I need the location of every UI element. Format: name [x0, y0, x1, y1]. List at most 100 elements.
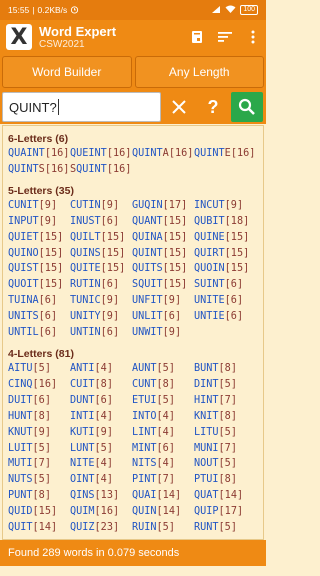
word-item[interactable]: NITE[4] — [70, 456, 132, 472]
word-item[interactable]: QUIZ[23] — [70, 520, 132, 536]
word-item[interactable]: QUEINT[16] — [70, 146, 132, 162]
word-score: [6] — [224, 279, 244, 291]
word-item[interactable]: QUIET[15] — [8, 230, 70, 246]
word-item[interactable]: UNTIE[6] — [194, 309, 256, 325]
word-item[interactable]: QUIT[14] — [8, 520, 70, 536]
word-item[interactable]: QUID[15] — [8, 504, 70, 520]
word-item[interactable]: RUNT[5] — [194, 520, 256, 536]
word-item[interactable]: SQUINT[16] — [70, 162, 132, 178]
word-item[interactable]: QUINTS[16] — [8, 162, 70, 178]
any-length-button[interactable]: Any Length — [134, 56, 264, 88]
word-item[interactable]: UNWIT[9] — [132, 325, 194, 341]
word-item[interactable]: UNITY[9] — [70, 309, 132, 325]
search-input[interactable]: QUINT? — [2, 92, 161, 122]
word-item[interactable]: KNIT[8] — [194, 409, 256, 425]
word-item[interactable]: LITU[5] — [194, 425, 256, 441]
word-item[interactable]: QUIRT[15] — [194, 246, 256, 262]
word-item[interactable]: QUINE[15] — [194, 230, 256, 246]
word-item[interactable]: QUINO[15] — [8, 246, 70, 262]
word-item[interactable]: OINT[4] — [70, 472, 132, 488]
word-item[interactable]: PINT[7] — [132, 472, 194, 488]
word-item[interactable]: PUNT[8] — [8, 488, 70, 504]
word-item[interactable]: QUAI[14] — [132, 488, 194, 504]
word-item[interactable]: QUIM[16] — [70, 504, 132, 520]
word-item[interactable]: NUTS[5] — [8, 472, 70, 488]
word-score: [15] — [38, 247, 64, 259]
word-item[interactable]: INPUT[9] — [8, 214, 70, 230]
word-item[interactable]: HINT[7] — [194, 393, 256, 409]
word-item[interactable]: UNITE[6] — [194, 293, 256, 309]
word-item[interactable]: UNLIT[6] — [132, 309, 194, 325]
word-item[interactable]: LUIT[5] — [8, 441, 70, 457]
word-item[interactable]: CUTIN[9] — [70, 198, 132, 214]
word-item[interactable]: ETUI[5] — [132, 393, 194, 409]
word-item[interactable]: DUIT[6] — [8, 393, 70, 409]
word-item[interactable]: UNFIT[9] — [132, 293, 194, 309]
word-item[interactable]: CINQ[16] — [8, 377, 70, 393]
word-item[interactable]: UNTIN[6] — [70, 325, 132, 341]
word-item[interactable]: KNUT[9] — [8, 425, 70, 441]
word-item[interactable]: INCUT[9] — [194, 198, 256, 214]
word-item[interactable]: QUINTE[16] — [194, 146, 256, 162]
word-item[interactable]: RUIN[5] — [132, 520, 194, 536]
word-item[interactable]: QUINTA[16] — [132, 146, 194, 162]
word-item[interactable]: CUNT[8] — [132, 377, 194, 393]
word-item[interactable]: RUTIN[6] — [70, 277, 132, 293]
word-item[interactable]: UNTIL[6] — [8, 325, 70, 341]
word-item[interactable]: QUAINT[16] — [8, 146, 70, 162]
word-item[interactable]: CUIT[8] — [70, 377, 132, 393]
word-item[interactable]: TUNIC[9] — [70, 293, 132, 309]
word-item[interactable]: CUNIT[9] — [8, 198, 70, 214]
clear-button[interactable] — [163, 92, 195, 122]
word-item[interactable]: NITS[4] — [132, 456, 194, 472]
word-item[interactable]: QUIP[17] — [194, 504, 256, 520]
word-item[interactable]: MUNI[7] — [194, 441, 256, 457]
word-item[interactable]: QUIST[15] — [8, 261, 70, 277]
help-button[interactable]: ? — [197, 92, 229, 122]
word-item[interactable]: GUQIN[17] — [132, 198, 194, 214]
word-group: 5-Letters (35) CUNIT[9] CUTIN[9] GUQIN[17] I… — [8, 184, 258, 341]
word-item[interactable]: LUNT[5] — [70, 441, 132, 457]
word-item[interactable]: QINS[13] — [70, 488, 132, 504]
search-button[interactable] — [231, 92, 263, 122]
word-item[interactable]: SQUIT[15] — [132, 277, 194, 293]
word-item[interactable]: QUILT[15] — [70, 230, 132, 246]
word-item[interactable]: INTO[4] — [132, 409, 194, 425]
word-item[interactable]: ANTI[4] — [70, 361, 132, 377]
word-item[interactable]: MUTI[7] — [8, 456, 70, 472]
word-item[interactable]: QUAT[14] — [194, 488, 256, 504]
word-item[interactable]: UNITS[6] — [8, 309, 70, 325]
word-item[interactable]: QUITE[15] — [70, 261, 132, 277]
word-item[interactable]: QUANT[15] — [132, 214, 194, 230]
word-item[interactable]: QUIN[14] — [132, 504, 194, 520]
more-menu-icon[interactable] — [246, 29, 260, 45]
word-item[interactable]: AUNT[5] — [132, 361, 194, 377]
word-score: [8] — [32, 490, 51, 502]
word-score: [16] — [44, 148, 70, 159]
word-item[interactable]: QUBIT[18] — [194, 214, 256, 230]
word-item[interactable]: INUST[6] — [70, 214, 132, 230]
word-item[interactable]: NOUT[5] — [194, 456, 256, 472]
word-item[interactable]: TUINA[6] — [8, 293, 70, 309]
word-item[interactable]: BUNT[8] — [194, 361, 256, 377]
word-item[interactable]: QUITS[15] — [132, 261, 194, 277]
word-item[interactable]: HUNT[8] — [8, 409, 70, 425]
word-item[interactable]: QUINA[15] — [132, 230, 194, 246]
dictionary-icon[interactable] — [190, 29, 204, 45]
word-item[interactable]: LINT[4] — [132, 425, 194, 441]
word-item[interactable]: MINT[6] — [132, 441, 194, 457]
word-item[interactable]: QUOIT[15] — [8, 277, 70, 293]
word-item[interactable]: AITU[5] — [8, 361, 70, 377]
word-item[interactable]: QUOIN[15] — [194, 261, 256, 277]
word-builder-button[interactable]: Word Builder — [2, 56, 132, 88]
word-item[interactable]: INTI[4] — [70, 409, 132, 425]
word-item[interactable]: QUINS[15] — [70, 246, 132, 262]
word-item[interactable]: DINT[5] — [194, 377, 256, 393]
word-item[interactable]: PTUI[8] — [194, 472, 256, 488]
word-item[interactable]: DUNT[6] — [70, 393, 132, 409]
word-score: [8] — [218, 362, 237, 374]
word-item[interactable]: QUINT[15] — [132, 246, 194, 262]
word-item[interactable]: KUTI[9] — [70, 425, 132, 441]
sort-icon[interactable] — [218, 29, 232, 45]
word-item[interactable]: SUINT[6] — [194, 277, 256, 293]
